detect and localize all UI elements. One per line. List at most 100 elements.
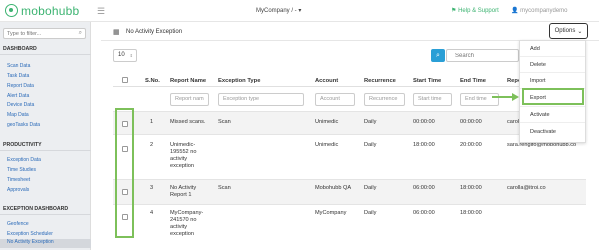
cell-account: Mobohubb QA <box>315 185 352 191</box>
cell-account: MyCompany <box>315 210 347 216</box>
cell-recurrence: Daily <box>364 119 377 125</box>
help-support-link[interactable]: ⚑ Help & Support <box>451 7 499 14</box>
divider <box>113 86 586 87</box>
company-selector[interactable]: MyCompany / - ▾ <box>256 7 301 14</box>
filter-account[interactable]: Account <box>315 93 355 106</box>
help-label: Help & Support <box>458 8 499 14</box>
sidebar-item-task-data[interactable]: Task Data <box>7 73 29 79</box>
chevron-down-icon: ▾ <box>298 8 302 14</box>
cell-report-name-line: activity <box>170 224 188 230</box>
cell-report-name-line: No Activity <box>170 185 197 191</box>
section-productivity: PRODUCTIVITY <box>3 142 42 148</box>
sidebar-item-geotasks-data[interactable]: geoTasks Data <box>7 122 40 128</box>
divider <box>0 214 91 215</box>
menu-icon[interactable]: ☰ <box>97 6 105 17</box>
options-button[interactable]: Options ⌄ <box>549 23 588 39</box>
sidebar-item-map-data[interactable]: Map Data <box>7 112 29 118</box>
chevron-down-icon: ⌄ <box>577 28 583 35</box>
sidebar-filter-input[interactable] <box>4 29 74 38</box>
divider <box>520 56 585 57</box>
cell-start-time: 06:00:00 <box>413 185 435 191</box>
sidebar-item-exception-scheduler[interactable]: Exception Scheduler <box>7 231 53 237</box>
filter-exception-type[interactable]: Exception type <box>218 93 304 106</box>
menu-item-add[interactable]: Add <box>530 46 540 52</box>
sidebar-item-report-data[interactable]: Report Data <box>7 83 34 89</box>
cell-report-name-line: 241570 no <box>170 217 197 223</box>
cell-end-time: 18:00:00 <box>460 185 482 191</box>
divider <box>520 122 585 123</box>
options-label: Options <box>554 28 576 34</box>
filter-report-name[interactable]: Report nam <box>170 93 209 106</box>
cell-start-time: 00:00:00 <box>413 119 435 125</box>
search-input[interactable] <box>447 50 507 61</box>
cell-end-time: 20:00:00 <box>460 142 482 148</box>
cell-account: Unimedic <box>315 142 339 148</box>
top-bar: mobohubb ☰ MyCompany / - ▾ ⚑ Help & Supp… <box>0 0 599 22</box>
cell-report-name-line: exception <box>170 231 194 237</box>
sidebar-item-no-activity-exception[interactable]: No Activity Exception <box>0 239 91 248</box>
search-button[interactable]: ⌕ <box>431 49 445 62</box>
page-size-value: 10 <box>118 52 125 58</box>
filter-recurrence[interactable]: Recurrence <box>364 93 405 106</box>
content-header: ▦ No Activity Exception Options ⌄ <box>101 22 599 41</box>
cell-recurrence: Daily <box>364 185 377 191</box>
sidebar-item-device-data[interactable]: Device Data <box>7 102 34 108</box>
stepper-icon: ⇕ <box>129 53 133 58</box>
sidebar-item-exception-data[interactable]: Exception Data <box>7 157 41 163</box>
filter-start-time[interactable]: Start time <box>413 93 452 106</box>
user-name: mycompanydemo <box>520 8 568 14</box>
section-exception-dashboard: EXCEPTION DASHBOARD <box>3 206 69 212</box>
logo-text: mobohubb <box>21 3 80 18</box>
menu-item-delete[interactable]: Delete <box>530 62 546 68</box>
menu-item-deactivate[interactable]: Deactivate <box>530 129 556 135</box>
arrow-icon <box>492 96 514 98</box>
export-highlight <box>522 88 584 105</box>
building-icon: ▦ <box>113 29 120 36</box>
column-header-end-time[interactable]: End Time <box>460 78 486 84</box>
user-icon: 👤 <box>511 8 519 14</box>
cell-recurrence: Daily <box>364 210 377 216</box>
flag-icon: ⚑ <box>451 8 457 14</box>
column-header-sno[interactable]: S.No. <box>145 78 160 84</box>
menu-item-import[interactable]: Import <box>530 78 546 84</box>
cell-report: carol <box>507 119 520 125</box>
user-menu[interactable]: 👤 mycompanydemo <box>511 7 568 14</box>
column-header-exception-type[interactable]: Exception Type <box>218 78 260 84</box>
cell-end-time: 18:00:00 <box>460 210 482 216</box>
filter-end-time[interactable]: End time <box>460 93 499 106</box>
search-field[interactable] <box>446 49 519 62</box>
cell-sno: 3 <box>150 185 154 191</box>
cell-sno: 2 <box>150 142 154 148</box>
sidebar-item-time-studies[interactable]: Time Studies <box>7 167 36 173</box>
cell-start-time: 18:00:00 <box>413 142 435 148</box>
logo[interactable]: mobohubb <box>5 3 87 18</box>
menu-item-activate[interactable]: Activate <box>530 112 550 118</box>
sidebar-item-approvals[interactable]: Approvals <box>7 187 29 193</box>
cell-recurrence: Daily <box>364 142 377 148</box>
column-header-start-time[interactable]: Start Time <box>413 78 441 84</box>
section-dashboard: DASHBOARD <box>3 46 37 52</box>
divider <box>113 134 586 135</box>
cell-report: carolla@itroi.co <box>507 185 546 191</box>
cell-sno: 4 <box>150 210 154 216</box>
cell-end-time: 00:00:00 <box>460 119 482 125</box>
page-size-select[interactable]: 10 ⇕ <box>113 49 137 62</box>
column-header-report-name[interactable]: Report Name <box>170 78 206 84</box>
cell-account: Unimedic <box>315 119 339 125</box>
column-header-recurrence[interactable]: Recurrence <box>364 78 396 84</box>
cell-exception-type: Scan <box>218 185 231 191</box>
sidebar-item-timesheet[interactable]: Timesheet <box>7 177 30 183</box>
select-all-checkbox[interactable] <box>122 77 128 83</box>
divider <box>113 204 586 205</box>
cell-report: sara.rengifo@mobohubb.co <box>507 142 577 148</box>
sidebar-item-scan-data[interactable]: Scan Data <box>7 63 30 69</box>
page-title: No Activity Exception <box>126 29 183 35</box>
arrow-head-icon <box>512 93 519 101</box>
divider <box>520 72 585 73</box>
column-header-account[interactable]: Account <box>315 78 338 84</box>
sidebar-filter[interactable]: ⌕ <box>3 28 86 39</box>
divider <box>0 150 91 151</box>
cell-report-name: Missed scans. <box>170 119 206 125</box>
sidebar-item-geofence[interactable]: Geofence <box>7 221 29 227</box>
sidebar-item-alert-data[interactable]: Alert Data <box>7 93 29 99</box>
